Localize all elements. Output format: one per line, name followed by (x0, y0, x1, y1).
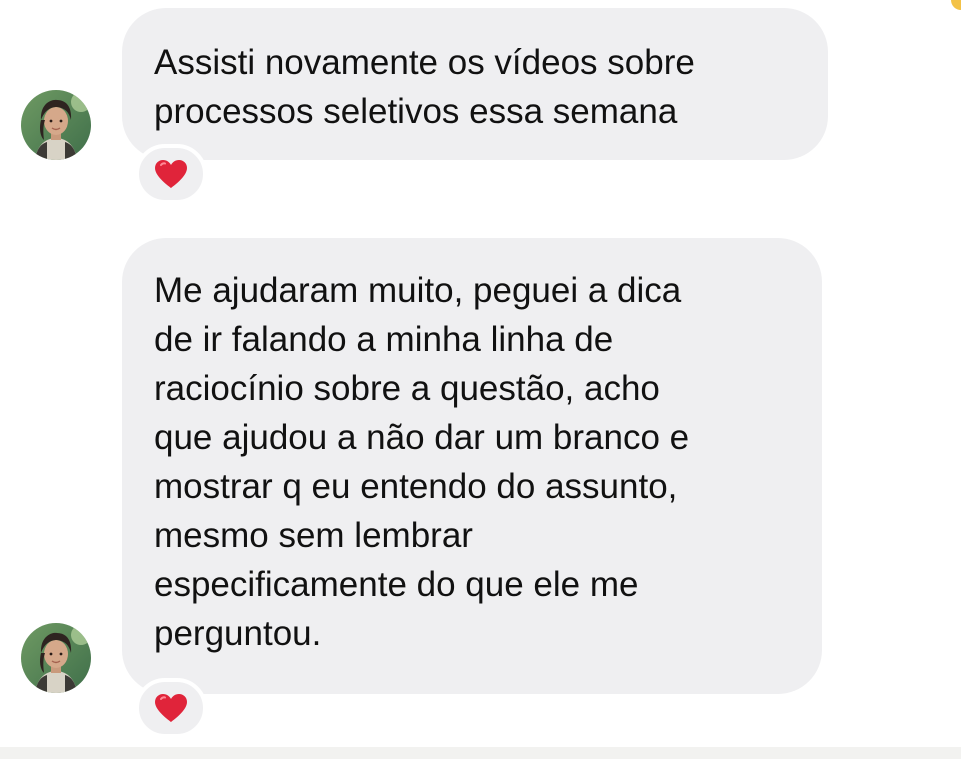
message-text-line: mesmo sem lembrar (154, 516, 473, 555)
message-text-line: que ajudou a não dar um branco e (154, 418, 690, 457)
sender-avatar[interactable] (21, 90, 91, 160)
chat-thread: Assisti novamente os vídeos sobre proces… (0, 0, 961, 759)
red-heart-icon (155, 694, 187, 722)
message-text-line: raciocínio sobre a questão, acho (154, 369, 660, 408)
bottom-divider (0, 747, 961, 759)
message-text-line: processos seletivos essa semana (154, 92, 678, 131)
reaction-badge[interactable] (135, 678, 207, 738)
reaction-badge[interactable] (135, 144, 207, 204)
message-text-line: perguntou. (154, 614, 322, 653)
corner-accent (951, 0, 961, 10)
message-bubble[interactable]: Me ajudaram muito, peguei a dica de ir f… (122, 238, 822, 694)
message-text-line: mostrar q eu entendo do assunto, (154, 467, 678, 506)
message-bubble[interactable]: Assisti novamente os vídeos sobre proces… (122, 8, 828, 160)
message-text-line: de ir falando a minha linha de (154, 320, 614, 359)
message-text-line: Assisti novamente os vídeos sobre (154, 43, 695, 82)
message-text-line: especificamente do que ele me (154, 565, 639, 604)
sender-avatar[interactable] (21, 623, 91, 693)
red-heart-icon (155, 160, 187, 188)
message-text-line: Me ajudaram muito, peguei a dica (154, 271, 682, 310)
